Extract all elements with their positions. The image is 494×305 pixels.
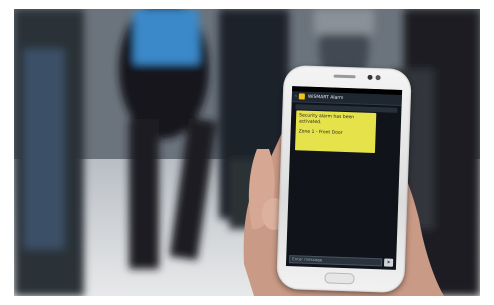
message-input-placeholder: Enter message bbox=[292, 256, 323, 263]
home-button[interactable] bbox=[324, 272, 355, 285]
message-input[interactable]: Enter message bbox=[289, 254, 383, 266]
message-bubble[interactable]: Security alarm has been activated. Zone … bbox=[294, 110, 377, 154]
message-zone-text: Zone 1 - Front Door bbox=[298, 129, 343, 136]
photo: ‹ WiSMART Alarm Security alarm has been … bbox=[14, 9, 480, 296]
smartphone: ‹ WiSMART Alarm Security alarm has been … bbox=[276, 64, 412, 294]
envelope-icon bbox=[298, 93, 305, 100]
send-icon[interactable]: ➤ bbox=[383, 257, 394, 267]
phone-screen: ‹ WiSMART Alarm Security alarm has been … bbox=[285, 86, 403, 270]
front-camera-icon bbox=[367, 74, 373, 80]
conversation-title: WiSMART Alarm bbox=[307, 94, 344, 101]
back-arrow-icon[interactable]: ‹ bbox=[295, 93, 297, 99]
sensor-icon bbox=[375, 75, 381, 81]
blurred-crowd-background bbox=[14, 9, 480, 296]
phone-earpiece bbox=[333, 74, 356, 79]
message-text: Security alarm has been activated. bbox=[298, 113, 355, 125]
message-composer: Enter message ➤ bbox=[289, 254, 394, 267]
